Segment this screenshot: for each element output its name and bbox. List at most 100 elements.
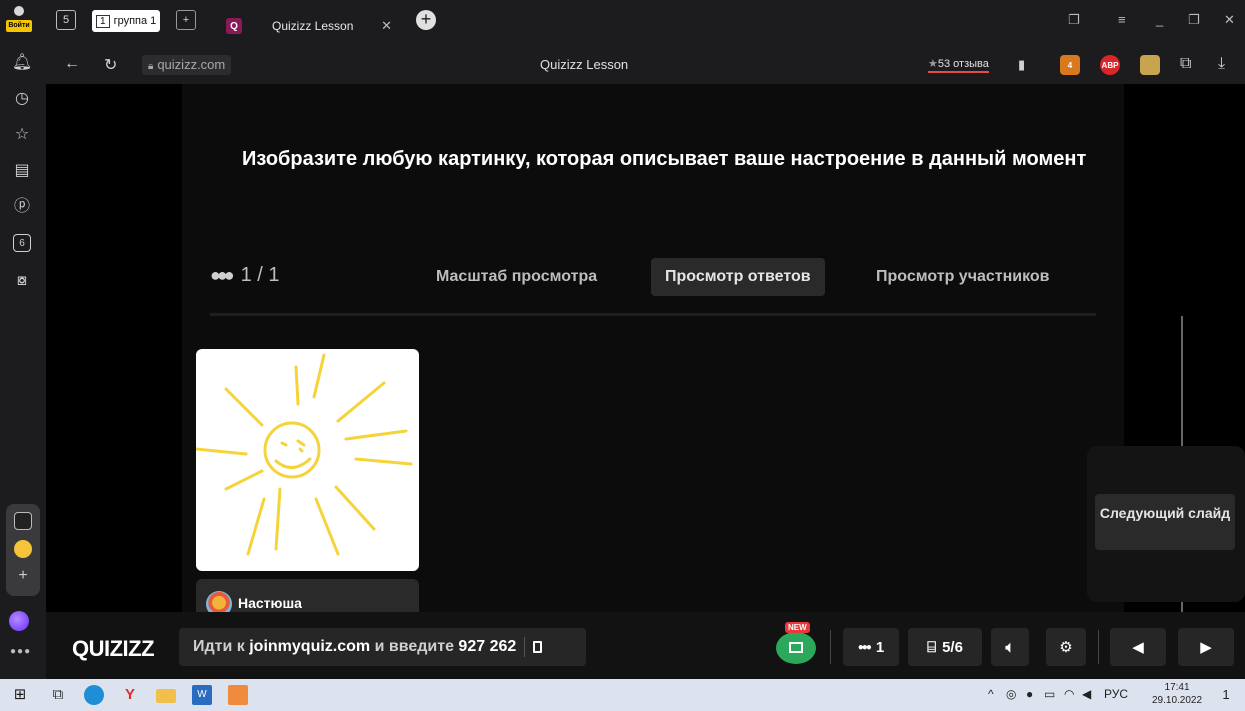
edge-icon[interactable] <box>84 685 104 705</box>
participants-button[interactable]: ●●● 1 <box>843 628 899 666</box>
tab-participants-view[interactable]: Просмотр участников <box>862 258 1064 296</box>
new-tab-button[interactable]: + <box>416 10 436 30</box>
tab-group-label: группа 1 <box>113 15 157 27</box>
sun-ray <box>334 485 376 531</box>
system-clock[interactable]: 17:41 29.10.2022 <box>1152 681 1202 707</box>
yandex-browser-icon[interactable]: Y <box>120 685 140 705</box>
tab-zoom-view[interactable]: Масштаб просмотра <box>422 258 611 296</box>
next-slide-panel: Следующий слайд <box>1087 446 1245 602</box>
more-dots-icon[interactable]: ●●● <box>10 646 31 657</box>
slides-button[interactable]: ⌸ 5/6 <box>908 628 982 666</box>
paint-icon[interactable] <box>228 685 248 705</box>
settings-button[interactable]: ⚙ <box>1046 628 1086 666</box>
previous-slide-button[interactable]: ◀ <box>1110 628 1166 666</box>
volume-icon[interactable]: ◀ <box>1082 687 1091 701</box>
tab-answers-view[interactable]: Просмотр ответов <box>651 258 825 296</box>
windows-taskbar: ⊞ ⧉ Y W ^ ◎ ● ▭ ◠ ◀ РУС 17:41 29.10.2022… <box>0 679 1245 711</box>
menu-icon[interactable]: ≡ <box>1118 12 1126 27</box>
downloads-icon[interactable]: ⤓ <box>1218 55 1225 73</box>
sound-button[interactable]: 🔈︎ <box>991 628 1029 666</box>
triangle-left-icon: ◀ <box>1132 639 1144 656</box>
language-indicator[interactable]: РУС <box>1104 687 1128 701</box>
new-badge: NEW <box>785 622 810 633</box>
windows-start-icon[interactable]: ⊞ <box>10 685 30 705</box>
user-icon <box>14 6 24 16</box>
triangle-right-icon: ▶ <box>1200 639 1212 656</box>
sidebar-badge-icon[interactable]: 6 <box>13 234 31 252</box>
collections-icon[interactable]: ▤ <box>11 160 33 182</box>
reviews-link[interactable]: ★53 отзыва <box>928 57 989 73</box>
login-button[interactable]: Войти <box>6 4 32 34</box>
adblock-icon[interactable]: ABP <box>1100 55 1120 75</box>
home-tab-button[interactable]: 5 <box>56 10 76 30</box>
tray-app-icon[interactable]: ◎ <box>1006 687 1016 701</box>
sun-ray <box>246 497 266 556</box>
bar-divider <box>830 630 831 664</box>
media-play-icon[interactable]: ⓟ <box>11 196 33 218</box>
screenshot-icon[interactable]: ⧇ <box>11 270 33 292</box>
tab-list-icon[interactable]: ❐ <box>1068 12 1080 28</box>
tabs-divider <box>210 313 1096 316</box>
author-name: Настюша <box>238 595 302 611</box>
word-icon[interactable]: W <box>192 685 212 705</box>
quizizz-logo: QUIZIZZ <box>72 636 155 661</box>
reload-icon[interactable]: ↻ <box>104 55 117 75</box>
file-explorer-icon[interactable] <box>156 689 176 703</box>
history-icon[interactable]: ◷ <box>11 88 33 110</box>
new-group-icon[interactable]: + <box>176 10 196 30</box>
slides-icon: ⌸ <box>927 638 937 656</box>
bookmark-icon[interactable]: ▮ <box>1018 57 1025 73</box>
wifi-icon[interactable]: ◠ <box>1064 687 1074 701</box>
join-url: joinmyquiz.com <box>249 638 371 655</box>
responses-count: 1 / 1 <box>240 264 280 286</box>
url-field[interactable]: 🔒︎ quizizz.com <box>142 55 232 75</box>
bookmarks-star-icon[interactable]: ☆ <box>11 124 33 146</box>
sun-ray <box>274 487 282 551</box>
notification-center-icon[interactable]: 1 <box>1216 685 1236 705</box>
restore-icon[interactable]: ❐ <box>1188 12 1200 28</box>
response-author: Настюша <box>196 579 419 612</box>
browser-sidebar: 🔔︎ ◷ ☆ ▤ ⓟ 6 ⧇ + ●●● <box>0 46 46 679</box>
response-card[interactable] <box>196 349 419 571</box>
tray-expand-icon[interactable]: ^ <box>988 687 994 701</box>
join-code: 927 262 <box>458 638 517 655</box>
sun-ray <box>224 387 264 427</box>
task-view-icon[interactable]: ⧉ <box>48 685 68 705</box>
copy-icon[interactable] <box>533 641 543 653</box>
tab-close-icon[interactable]: ✕ <box>381 18 392 34</box>
login-label: Войти <box>6 20 32 32</box>
sun-eyes <box>280 439 306 453</box>
back-icon[interactable]: ← <box>64 55 80 73</box>
messenger-app-icon[interactable] <box>14 512 32 530</box>
new-feature-button[interactable]: NEW <box>776 622 816 664</box>
mail-app-icon[interactable] <box>14 540 32 558</box>
notifications-icon[interactable]: 🔔︎ <box>11 52 33 74</box>
close-window-icon[interactable]: ✕ <box>1224 12 1235 28</box>
avatar <box>206 591 232 612</box>
alice-assistant-icon[interactable] <box>9 611 29 631</box>
add-app-icon[interactable]: + <box>14 568 32 586</box>
sun-ray <box>336 381 386 423</box>
url-text: quizizz.com <box>157 57 226 72</box>
tab-group-1[interactable]: 1 группа 1 <box>92 10 161 32</box>
battery-icon[interactable]: ▭ <box>1044 687 1055 701</box>
star-icon: ★ <box>928 58 938 70</box>
extension-icon-1[interactable]: 4 <box>1060 55 1080 75</box>
extensions-icon[interactable]: ⧉ <box>1180 55 1191 73</box>
participants-icon: ●●● <box>857 641 872 653</box>
speaker-icon: 🔈︎ <box>1005 638 1015 656</box>
bar-divider <box>1098 630 1099 664</box>
reviews-text: 53 отзыва <box>937 58 989 70</box>
home-badge: 5 <box>62 14 70 26</box>
next-slide-button[interactable]: Следующий слайд <box>1095 494 1235 550</box>
slides-counter: 5/6 <box>942 638 963 656</box>
extension-icon-3[interactable] <box>1140 55 1160 75</box>
microphone-icon[interactable]: ● <box>1026 687 1033 701</box>
join-separator <box>524 637 526 657</box>
tab-quizizz-lesson[interactable]: Q Quizizz Lesson ✕ <box>218 6 400 46</box>
participants-icon: ●●● <box>210 265 235 285</box>
clock-time: 17:41 <box>1164 682 1190 693</box>
sun-smile <box>274 457 312 469</box>
next-slide-arrow-button[interactable]: ▶ <box>1178 628 1234 666</box>
minimize-icon[interactable]: _ <box>1156 12 1163 27</box>
